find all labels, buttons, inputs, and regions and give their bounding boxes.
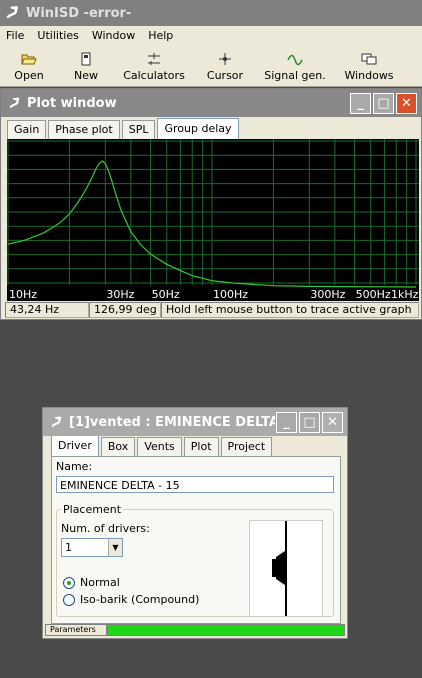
- status-hint: Hold left mouse button to trace active g…: [161, 302, 419, 318]
- tab-box[interactable]: Box: [100, 437, 136, 456]
- winisd-logo-icon: [6, 6, 18, 19]
- calculator-icon: [148, 53, 160, 65]
- driver-tabs: Driver Box Vents Plot Project: [43, 435, 347, 456]
- placement-group: Placement Num. of drivers: 1 ▼ Normal Is…: [56, 503, 334, 617]
- driver-placement-preview: [249, 520, 323, 617]
- new-document-icon: [81, 52, 91, 66]
- placement-legend: Placement: [63, 503, 122, 516]
- x-tick-label: 1kHz: [391, 288, 419, 301]
- progress-bar: [107, 624, 345, 636]
- x-tick-label: 30Hz: [106, 288, 134, 301]
- x-tick-label: 100Hz: [213, 288, 248, 301]
- tab-gain[interactable]: Gain: [7, 120, 47, 139]
- radio-isobarik[interactable]: Iso-barik (Compound): [63, 593, 199, 606]
- tab-driver[interactable]: Driver: [51, 435, 99, 456]
- menu-window[interactable]: Window: [86, 29, 142, 42]
- plot-canvas[interactable]: 10Hz 30Hz 50Hz 100Hz 300Hz 500Hz 1kHz: [7, 139, 419, 301]
- driver-panel: Name: EMINENCE DELTA - 15 Placement Num.…: [51, 456, 341, 624]
- menu-bar: File Utilities Window Help: [0, 26, 422, 44]
- plot-window-title: Plot window: [27, 95, 117, 111]
- x-tick-label: 500Hz: [356, 288, 391, 301]
- close-icon: ✕: [401, 96, 412, 111]
- parameters-progress: Parameters: [45, 624, 345, 636]
- signal-gen-button[interactable]: Signal gen.: [256, 44, 334, 82]
- app-title: WinISD -error-: [26, 5, 132, 21]
- tab-phase-plot[interactable]: Phase plot: [48, 120, 120, 139]
- tab-vents[interactable]: Vents: [137, 437, 182, 456]
- num-drivers-label: Num. of drivers:: [61, 522, 150, 535]
- cursor-icon: [219, 53, 231, 65]
- radio-normal-indicator: [63, 576, 75, 589]
- maximize-button[interactable]: □: [299, 412, 320, 433]
- plot-tabs: Gain Phase plot SPL Group delay: [1, 117, 421, 139]
- tab-spl[interactable]: SPL: [121, 120, 156, 139]
- chevron-down-icon[interactable]: ▼: [108, 539, 122, 556]
- cursor-button[interactable]: Cursor: [194, 44, 256, 82]
- new-button[interactable]: New: [58, 44, 114, 82]
- x-tick-label: 10Hz: [9, 288, 37, 301]
- signal-generator-icon: [287, 54, 303, 66]
- plot-window: Plot window _ □ ✕ Gain Phase plot SPL Gr…: [0, 88, 422, 320]
- menu-utilities[interactable]: Utilities: [31, 29, 85, 42]
- windows-button[interactable]: Windows: [334, 44, 404, 82]
- maximize-button[interactable]: □: [373, 93, 394, 114]
- status-frequency: 43,24 Hz: [5, 302, 89, 318]
- minimize-button[interactable]: _: [350, 93, 371, 114]
- open-button[interactable]: Open: [0, 44, 58, 82]
- minimize-icon: _: [283, 415, 290, 430]
- minimize-icon: _: [357, 96, 364, 111]
- status-bar: 43,24 Hz 126,99 deg Hold left mouse butt…: [5, 302, 419, 318]
- name-label: Name:: [56, 460, 93, 473]
- toolbar: Open New Calculators Cursor Signal gen.: [0, 44, 422, 87]
- tab-plot[interactable]: Plot: [183, 437, 219, 456]
- maximize-icon: □: [377, 96, 390, 111]
- driver-name-field[interactable]: EMINENCE DELTA - 15: [56, 476, 334, 493]
- close-button[interactable]: ✕: [396, 93, 417, 114]
- calculators-button[interactable]: Calculators: [114, 44, 194, 82]
- menu-help[interactable]: Help: [142, 29, 180, 42]
- maximize-icon: □: [303, 415, 316, 430]
- speaker-icon: [276, 551, 285, 585]
- menu-file[interactable]: File: [0, 29, 31, 42]
- x-tick-label: 300Hz: [310, 288, 345, 301]
- driver-window-title: [1]vented : EMINENCE DELTA - 15: [69, 414, 275, 430]
- windows-icon: [361, 53, 377, 65]
- num-drivers-select[interactable]: 1 ▼: [61, 538, 123, 557]
- plot-window-title-bar[interactable]: Plot window _ □ ✕: [1, 89, 421, 117]
- tab-project[interactable]: Project: [220, 437, 273, 456]
- close-button[interactable]: ✕: [322, 412, 343, 433]
- driver-window: [1]vented : EMINENCE DELTA - 15 _ □ ✕ Dr…: [42, 407, 348, 639]
- progress-label: Parameters: [45, 624, 107, 636]
- close-icon: ✕: [327, 415, 338, 430]
- driver-window-title-bar[interactable]: [1]vented : EMINENCE DELTA - 15 _ □ ✕: [43, 408, 347, 436]
- radio-normal[interactable]: Normal: [63, 576, 120, 589]
- tab-group-delay[interactable]: Group delay: [157, 118, 239, 139]
- folder-open-icon: [21, 54, 37, 65]
- x-tick-label: 50Hz: [152, 288, 180, 301]
- num-drivers-value: 1: [65, 541, 72, 554]
- minimize-button[interactable]: _: [276, 412, 297, 433]
- status-value: 126,99 deg: [89, 302, 161, 318]
- app-title-bar: WinISD -error-: [0, 0, 422, 26]
- radio-isobarik-indicator: [63, 593, 75, 606]
- winisd-logo-icon: [9, 97, 20, 108]
- winisd-logo-icon: [51, 416, 62, 427]
